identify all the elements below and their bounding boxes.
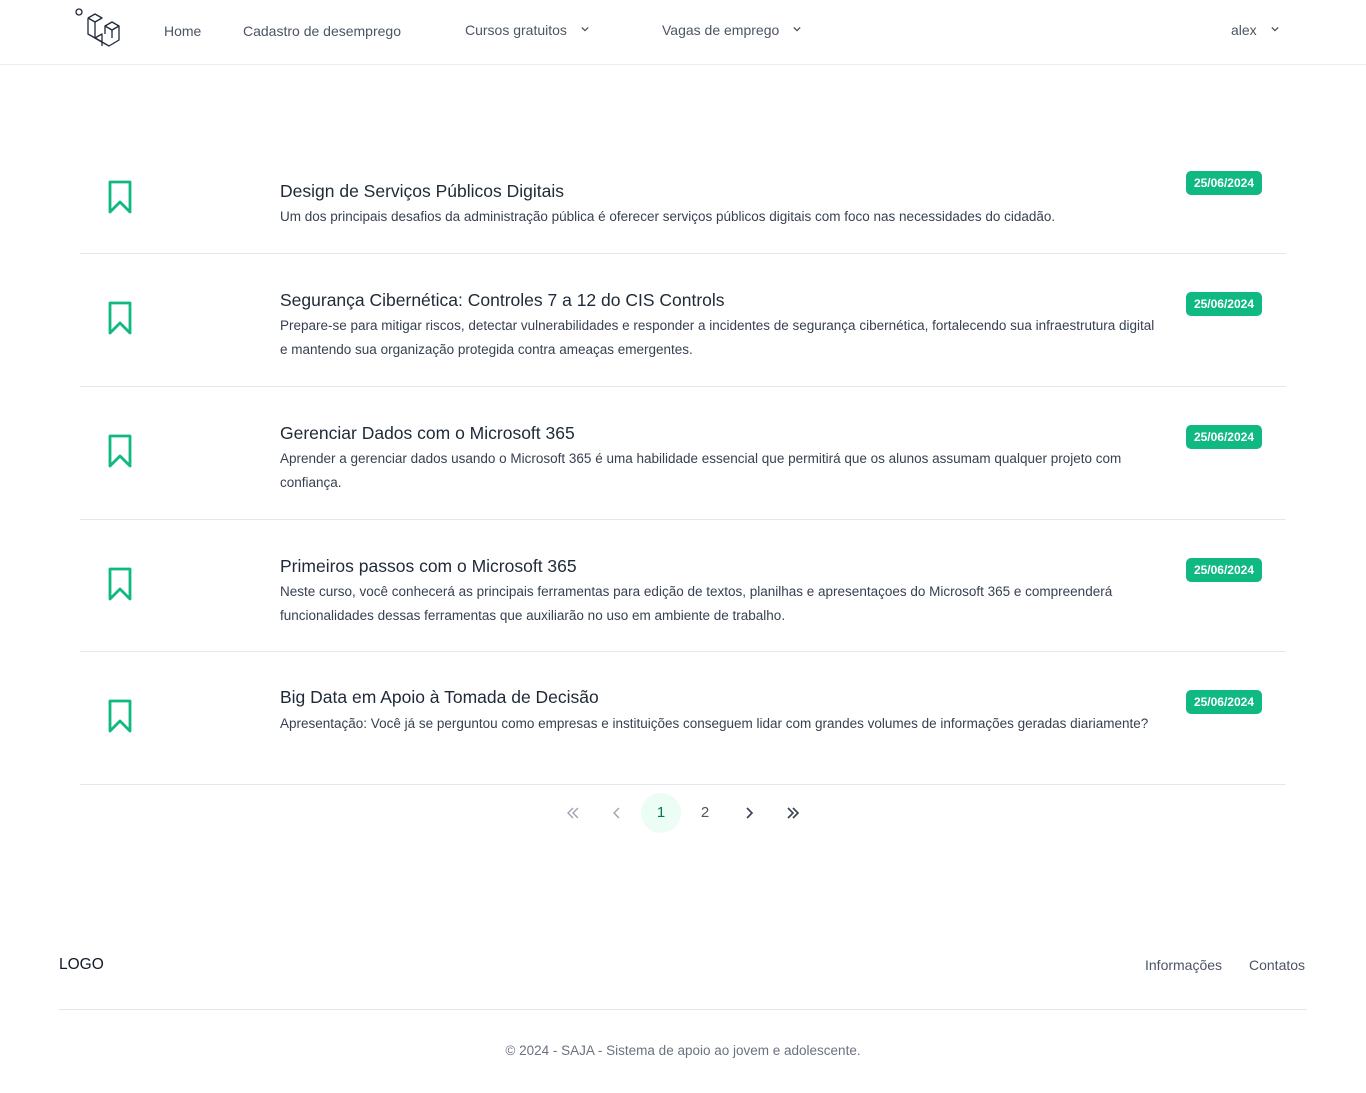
bookmark-icon[interactable] (108, 699, 132, 733)
chevrons-left-icon (567, 807, 579, 819)
course-description: Prepare-se para mitigar riscos, detectar… (280, 318, 1155, 357)
first-page-button[interactable] (553, 793, 593, 833)
course-title[interactable]: Primeiros passos com o Microsoft 365 (280, 556, 577, 577)
course-item[interactable]: Design de Serviços Públicos Digitais Um … (80, 140, 1286, 254)
laravel-logo-icon[interactable] (75, 8, 121, 50)
course-description: Apresentação: Você já se perguntou como … (280, 716, 1149, 731)
nav-cursos-label: Cursos gratuitos (465, 22, 567, 38)
chevron-left-icon (613, 807, 620, 819)
footer-info-link[interactable]: Informações (1145, 957, 1222, 973)
top-navbar: Home Cadastro de desemprego Cursos gratu… (0, 0, 1366, 65)
date-badge: 25/06/2024 (1185, 292, 1262, 316)
page-2-button[interactable]: 2 (685, 793, 725, 833)
nav-vagas-label: Vagas de emprego (662, 22, 780, 38)
date-badge: 25/06/2024 (1185, 690, 1262, 714)
course-title[interactable]: Segurança Cibernética: Controles 7 a 12 … (280, 290, 725, 311)
course-item[interactable]: Big Data em Apoio à Tomada de Decisão Ap… (80, 652, 1286, 785)
course-item[interactable]: Primeiros passos com o Microsoft 365 Nes… (80, 520, 1286, 652)
copyright-text: © 2024 - SAJA - Sistema de apoio ao jove… (505, 1043, 861, 1058)
date-badge: 25/06/2024 (1185, 425, 1262, 449)
course-title[interactable]: Design de Serviços Públicos Digitais (280, 181, 564, 202)
user-menu-dropdown[interactable]: alex (1231, 22, 1279, 38)
chevrons-right-icon (787, 807, 800, 819)
nav-home-link[interactable]: Home (164, 23, 201, 39)
page-1-button[interactable]: 1 (641, 793, 681, 833)
chevron-down-icon (581, 26, 589, 32)
nav-cadastro-link[interactable]: Cadastro de desemprego (243, 23, 401, 39)
course-description: Neste curso, você conhecerá as principai… (280, 584, 1113, 623)
chevron-down-icon (793, 26, 801, 32)
date-badge: 25/06/2024 (1185, 171, 1262, 195)
bookmark-icon[interactable] (108, 567, 132, 601)
nav-vagas-dropdown[interactable]: Vagas de emprego (662, 22, 801, 38)
bookmark-icon[interactable] (108, 301, 132, 335)
footer-contact-link[interactable]: Contatos (1249, 957, 1305, 973)
previous-page-button[interactable] (597, 793, 637, 833)
date-badge: 25/06/2024 (1185, 558, 1262, 582)
footer-divider (59, 1009, 1307, 1010)
course-title[interactable]: Gerenciar Dados com o Microsoft 365 (280, 423, 575, 444)
next-page-button[interactable] (729, 793, 769, 833)
bookmark-icon[interactable] (108, 434, 132, 468)
user-name: alex (1231, 22, 1257, 38)
footer-logo[interactable]: LOGO (59, 956, 104, 974)
course-description: Um dos principais desafios da administra… (280, 209, 1056, 224)
bookmark-icon[interactable] (108, 180, 132, 214)
course-description: Aprender a gerenciar dados usando o Micr… (280, 451, 1122, 490)
chevron-down-icon (1270, 26, 1279, 32)
course-item[interactable]: Gerenciar Dados com o Microsoft 365 Apre… (80, 387, 1286, 520)
chevron-right-icon (746, 807, 754, 819)
course-item[interactable]: Segurança Cibernética: Controles 7 a 12 … (80, 254, 1286, 387)
course-title[interactable]: Big Data em Apoio à Tomada de Decisão (280, 687, 599, 708)
last-page-button[interactable] (773, 793, 813, 833)
nav-cursos-dropdown[interactable]: Cursos gratuitos (465, 22, 589, 38)
